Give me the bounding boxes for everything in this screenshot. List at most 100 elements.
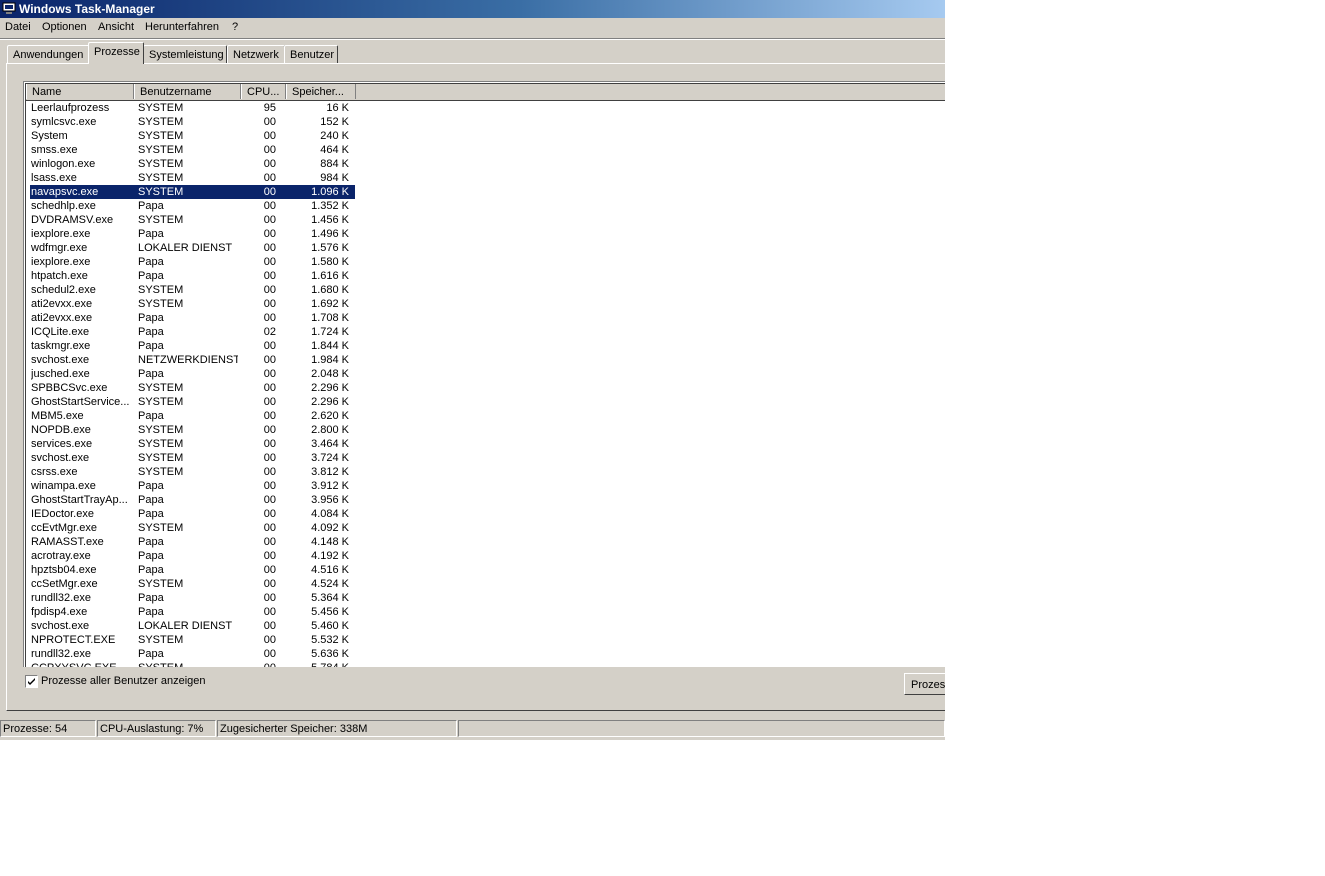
process-row[interactable]: ati2evxx.exe Papa 00 1.708 K (26, 311, 945, 325)
show-all-users-label[interactable]: Prozesse aller Benutzer anzeigen (41, 675, 205, 687)
process-memory: 1.984 K (311, 354, 349, 366)
tab-systemleistung[interactable]: Systemleistung (143, 45, 227, 64)
process-cpu: 00 (263, 438, 276, 450)
process-memory: 3.724 K (311, 452, 349, 464)
process-row[interactable]: GhostStartTrayAp... Papa 00 3.956 K (26, 493, 945, 507)
process-memory: 1.680 K (311, 284, 349, 296)
process-row[interactable]: winlogon.exe SYSTEM 00 884 K (26, 157, 945, 171)
process-row[interactable]: services.exe SYSTEM 00 3.464 K (26, 437, 945, 451)
process-row[interactable]: ati2evxx.exe SYSTEM 00 1.692 K (26, 297, 945, 311)
menu-herunterfahren[interactable]: Herunterfahren (145, 21, 219, 33)
column-header-name[interactable]: Name (26, 84, 134, 99)
status-process-count: Prozesse: 54 (0, 720, 96, 737)
process-memory: 4.524 K (311, 578, 349, 590)
process-memory: 3.464 K (311, 438, 349, 450)
process-row[interactable]: rundll32.exe Papa 00 5.364 K (26, 591, 945, 605)
process-row[interactable]: RAMASST.exe Papa 00 4.148 K (26, 535, 945, 549)
process-memory: 16 K (326, 102, 349, 114)
process-row[interactable]: navapsvc.exe SYSTEM 00 1.096 K (26, 185, 945, 199)
process-user: SYSTEM (138, 438, 184, 450)
process-row[interactable]: smss.exe SYSTEM 00 464 K (26, 143, 945, 157)
column-header-cpu[interactable]: CPU... (241, 84, 286, 99)
process-row[interactable]: acrotray.exe Papa 00 4.192 K (26, 549, 945, 563)
process-row[interactable]: System SYSTEM 00 240 K (26, 129, 945, 143)
process-row[interactable]: ccSetMgr.exe SYSTEM 00 4.524 K (26, 577, 945, 591)
process-name: ccSetMgr.exe (31, 578, 98, 590)
process-row[interactable]: svchost.exe NETZWERKDIENST 00 1.984 K (26, 353, 945, 367)
process-memory: 1.096 K (311, 186, 349, 198)
window-title: Windows Task-Manager (19, 2, 155, 16)
process-memory: 1.616 K (311, 270, 349, 282)
process-cpu: 00 (263, 130, 276, 142)
process-row[interactable]: NOPDB.exe SYSTEM 00 2.800 K (26, 423, 945, 437)
process-memory: 3.956 K (311, 494, 349, 506)
process-row[interactable]: iexplore.exe Papa 00 1.580 K (26, 255, 945, 269)
process-user: SYSTEM (138, 661, 238, 667)
end-process-button[interactable]: Prozess beenden (904, 673, 945, 695)
menu-optionen[interactable]: Optionen (42, 21, 87, 33)
status-empty-panel (458, 720, 945, 737)
process-row[interactable]: GhostStartService... SYSTEM 00 2.296 K (26, 395, 945, 409)
process-list[interactable]: Name Benutzername CPU... Speicher... Lee… (23, 81, 945, 667)
process-user: SYSTEM (138, 424, 184, 436)
process-row[interactable]: CCPXYSVC.EXE SYSTEM00 5.784 K (26, 661, 945, 667)
process-memory: 984 K (320, 172, 349, 184)
process-cpu: 00 (263, 340, 276, 352)
process-cpu: 00 (263, 382, 276, 394)
process-row[interactable]: rundll32.exe Papa 00 5.636 K (26, 647, 945, 661)
process-row[interactable]: svchost.exe SYSTEM 00 3.724 K (26, 451, 945, 465)
tab-netzwerk[interactable]: Netzwerk (227, 45, 285, 64)
process-row[interactable]: hpztsb04.exe Papa 00 4.516 K (26, 563, 945, 577)
process-row[interactable]: schedul2.exe SYSTEM 00 1.680 K (26, 283, 945, 297)
task-manager-app-icon (2, 2, 16, 14)
process-row[interactable]: fpdisp4.exe Papa 00 5.456 K (26, 605, 945, 619)
process-memory: 152 K (320, 116, 349, 128)
process-name: ICQLite.exe (31, 326, 90, 338)
process-name: NOPDB.exe (31, 424, 91, 436)
process-row[interactable]: iexplore.exe Papa 00 1.496 K (26, 227, 945, 241)
tab-anwendungen[interactable]: Anwendungen (7, 45, 90, 64)
process-row[interactable]: symlcsvc.exe SYSTEM 00 152 K (26, 115, 945, 129)
menu-help[interactable]: ? (232, 21, 238, 33)
process-user: SYSTEM (138, 284, 184, 296)
process-user: SYSTEM (138, 298, 184, 310)
process-row[interactable]: SPBBCSvc.exe SYSTEM 00 2.296 K (26, 381, 945, 395)
process-user: Papa (138, 494, 164, 506)
process-cpu: 00 (263, 634, 276, 646)
process-row[interactable]: ICQLite.exe Papa 02 1.724 K (26, 325, 945, 339)
process-row[interactable]: NPROTECT.EXE SYSTEM 00 5.532 K (26, 633, 945, 647)
process-row[interactable]: lsass.exe SYSTEM 00 984 K (26, 171, 945, 185)
process-row[interactable]: csrss.exe SYSTEM 00 3.812 K (26, 465, 945, 479)
menu-datei[interactable]: Datei (5, 21, 31, 33)
process-row[interactable]: winampa.exe Papa 00 3.912 K (26, 479, 945, 493)
process-user: Papa (138, 340, 164, 352)
process-cpu: 00 (241, 661, 276, 667)
process-row[interactable]: MBM5.exe Papa 00 2.620 K (26, 409, 945, 423)
show-all-users-checkbox[interactable] (25, 675, 38, 688)
process-user: SYSTEM (138, 382, 184, 394)
process-cpu: 00 (263, 256, 276, 268)
process-name: ati2evxx.exe (31, 298, 93, 310)
process-row[interactable]: wdfmgr.exe LOKALER DIENST 00 1.576 K (26, 241, 945, 255)
column-header-memory[interactable]: Speicher... (286, 84, 356, 99)
status-bar: Prozesse: 54 CPU-Auslastung: 7% Zugesich… (0, 719, 945, 738)
tab-prozesse[interactable]: Prozesse (88, 42, 144, 64)
process-row[interactable]: htpatch.exe Papa 00 1.616 K (26, 269, 945, 283)
process-row[interactable]: IEDoctor.exe Papa 00 4.084 K (26, 507, 945, 521)
title-bar[interactable]: Windows Task-Manager (0, 0, 945, 18)
process-row[interactable]: schedhlp.exe Papa 00 1.352 K (26, 199, 945, 213)
process-row[interactable]: DVDRAMSV.exe SYSTEM 00 1.456 K (26, 213, 945, 227)
process-user: SYSTEM (138, 396, 184, 408)
process-row[interactable]: Leerlaufprozess SYSTEM 95 16 K (26, 101, 945, 115)
process-cpu: 00 (263, 186, 276, 198)
menu-ansicht[interactable]: Ansicht (98, 21, 134, 33)
process-user: SYSTEM (138, 186, 184, 198)
process-row[interactable]: taskmgr.exe Papa 00 1.844 K (26, 339, 945, 353)
tab-benutzer[interactable]: Benutzer (284, 45, 338, 64)
process-row[interactable]: jusched.exe Papa 00 2.048 K (26, 367, 945, 381)
column-header-user[interactable]: Benutzername (134, 84, 241, 99)
process-row[interactable]: ccEvtMgr.exe SYSTEM 00 4.092 K (26, 521, 945, 535)
process-name: rundll32.exe (31, 648, 91, 660)
process-row[interactable]: svchost.exe LOKALER DIENST 00 5.460 K (26, 619, 945, 633)
process-cpu: 00 (263, 228, 276, 240)
